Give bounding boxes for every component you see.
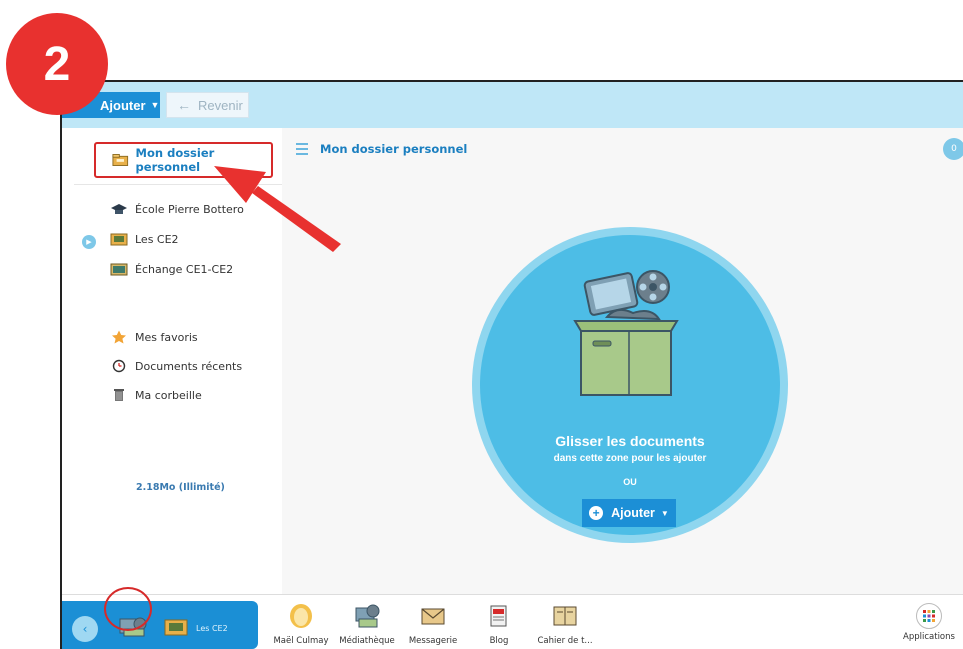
- sidebar-item-label: Échange CE1-CE2: [135, 262, 234, 276]
- dock-app-label: Messagerie: [408, 636, 458, 646]
- expand-icon[interactable]: ▶: [82, 235, 96, 249]
- sidebar-item-les-ce2[interactable]: Les CE2: [110, 232, 179, 246]
- trash-icon: [114, 389, 124, 401]
- school-hat-icon: [111, 204, 127, 214]
- blog-icon: [490, 605, 507, 627]
- dock-app-blog[interactable]: Blog: [464, 603, 534, 646]
- item-count-badge: 0: [943, 138, 963, 160]
- dock-app-label: Médiathèque: [339, 636, 395, 646]
- dock-app-label: Blog: [489, 636, 509, 646]
- applications-label: Applications: [903, 632, 955, 642]
- dock-app-messaging[interactable]: Messagerie: [398, 603, 468, 646]
- app-grid-icon: [916, 603, 942, 629]
- folder-box-icon: [112, 154, 129, 166]
- sidebar-item-trash[interactable]: Ma corbeille: [110, 388, 202, 402]
- sidebar-item-label: Mon dossier personnel: [135, 146, 215, 174]
- class-folder-icon: [110, 233, 128, 246]
- caret-down-icon: ▼: [660, 508, 669, 518]
- arrow-left-icon: ←: [177, 97, 191, 113]
- star-icon: [112, 330, 126, 344]
- class-folder-icon: [164, 619, 188, 636]
- caret-down-icon: ▼: [150, 100, 160, 110]
- or-separator: OU: [623, 477, 637, 487]
- sidebar: Mon dossier personnel École Pierre Botte…: [62, 128, 282, 594]
- sidebar-item-label: Les CE2: [135, 232, 179, 246]
- main-content: Mon dossier personnel 0 Glisser les docu…: [282, 128, 963, 594]
- chevron-left-icon[interactable]: ‹: [72, 616, 98, 642]
- sidebar-item-label: Documents récents: [135, 359, 243, 373]
- dock-app-media-library[interactable]: Médiathèque: [332, 603, 402, 646]
- sidebar-item-favorites[interactable]: Mes favoris: [110, 330, 198, 344]
- dock-app-profile[interactable]: Maël Culmay: [266, 603, 336, 646]
- step-number-badge: 2: [6, 13, 108, 115]
- content-header: Mon dossier personnel: [296, 142, 467, 156]
- dock-app-label: Maël Culmay: [273, 636, 329, 646]
- clock-icon: [112, 359, 126, 373]
- back-button-label: Revenir: [198, 97, 243, 113]
- exchange-folder-icon: [110, 263, 128, 276]
- notebook-icon: [553, 606, 577, 626]
- sidebar-item-my-folder[interactable]: Mon dossier personnel: [94, 142, 273, 178]
- menu-icon[interactable]: [296, 143, 308, 155]
- storage-box-illustration-icon: [573, 270, 679, 396]
- drop-zone[interactable]: Glisser les documents dans cette zone po…: [472, 227, 788, 543]
- drop-zone-title: Glisser les documents: [555, 433, 705, 449]
- applications-button[interactable]: Applications: [899, 603, 959, 642]
- workspace-window: Ajouter ▼ ← Revenir Mon dossier personne…: [60, 80, 963, 649]
- page-title: Mon dossier personnel: [320, 142, 468, 156]
- sidebar-item-label: Mes favoris: [135, 330, 198, 344]
- envelope-icon: [421, 608, 445, 625]
- drop-zone-inner: Glisser les documents dans cette zone po…: [480, 235, 780, 535]
- sidebar-item-label: École Pierre Bottero: [135, 202, 244, 216]
- dock-app-label: Cahier de t...: [537, 636, 593, 646]
- sidebar-divider: [74, 184, 282, 185]
- back-button[interactable]: ← Revenir: [166, 92, 249, 118]
- media-library-icon: [355, 604, 380, 628]
- drop-zone-subtitle: dans cette zone pour les ajouter: [553, 453, 707, 464]
- plus-icon: +: [589, 506, 604, 520]
- app-dock: ‹ Les CE2 Maël Culmay Médiathèque Messag…: [62, 594, 963, 649]
- dock-app-notebook[interactable]: Cahier de t...: [530, 603, 600, 646]
- dock-current-app-label: Les CE2: [196, 624, 228, 633]
- avatar-icon: [290, 604, 312, 628]
- sidebar-item-recent[interactable]: Documents récents: [110, 359, 242, 373]
- add-button-label: Ajouter: [100, 97, 146, 113]
- sidebar-item-school[interactable]: École Pierre Bottero: [110, 202, 244, 216]
- toolbar: Ajouter ▼ ← Revenir: [62, 82, 963, 128]
- sidebar-item-label: Ma corbeille: [135, 388, 202, 402]
- add-document-button[interactable]: + Ajouter ▼: [582, 499, 676, 527]
- highlight-circle: [104, 587, 152, 631]
- add-document-label: Ajouter: [611, 506, 655, 520]
- sidebar-item-exchange[interactable]: Échange CE1-CE2: [110, 262, 233, 276]
- storage-quota: 2.18Mo (Illimité): [136, 482, 225, 493]
- dock-current-app[interactable]: ‹ Les CE2: [62, 601, 258, 649]
